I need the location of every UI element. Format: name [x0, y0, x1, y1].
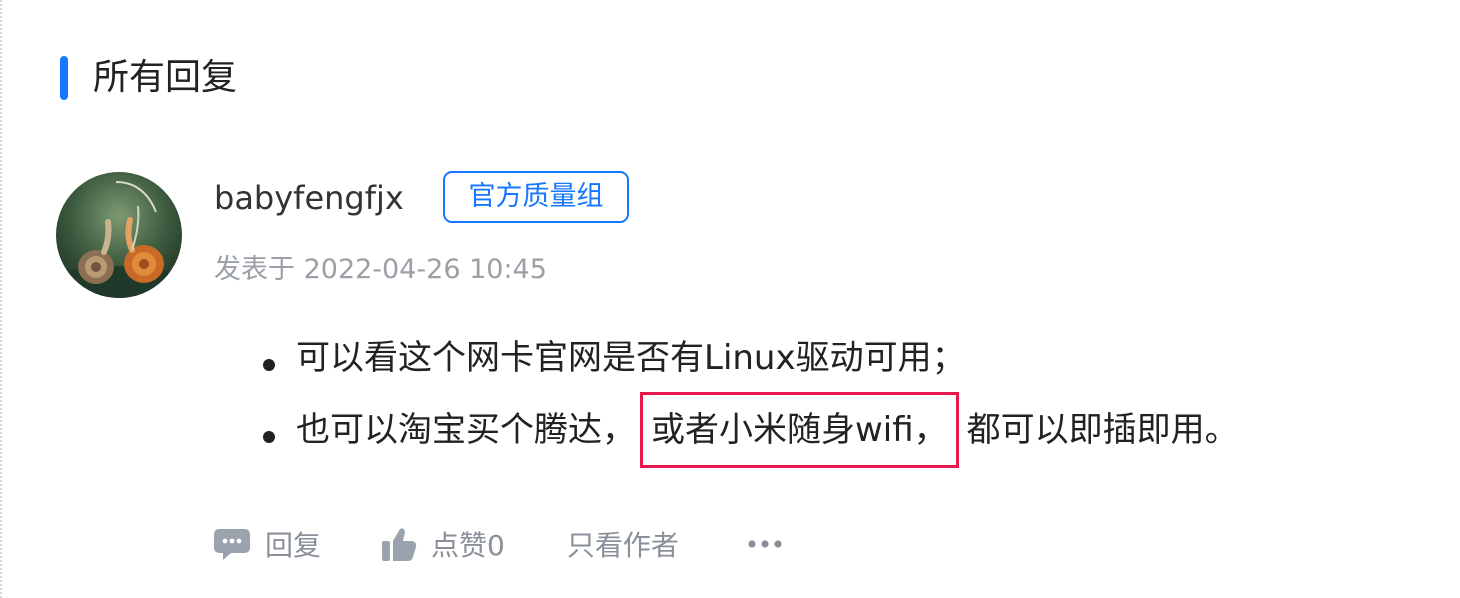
- snail-avatar-icon: [56, 172, 182, 298]
- reply-content: 可以看这个网卡官网是否有Linux驱动可用； 也可以淘宝买个腾达， 或者小米随身w…: [260, 333, 1239, 477]
- like-button[interactable]: 点赞0: [381, 520, 505, 568]
- action-bar: 回复 点赞0 只看作者: [213, 520, 783, 568]
- reply-label: 回复: [265, 529, 322, 562]
- post-timestamp: 发表于 2022-04-26 10:45: [214, 254, 547, 285]
- section-accent-bar: [60, 56, 68, 100]
- thumbs-up-icon: [381, 526, 417, 562]
- bullet: [263, 431, 275, 443]
- section-title: 所有回复: [93, 57, 238, 98]
- list-item-text-after: 都可以即插即用。: [966, 410, 1239, 450]
- reply-button[interactable]: 回复: [213, 520, 321, 568]
- reply-card: 所有回复 babyfengfjx 官方质量组 发表于 2022-04-26 10…: [0, 0, 1460, 598]
- username[interactable]: babyfengfjx: [214, 176, 404, 220]
- list-item-text: 可以看这个网卡官网是否有Linux驱动可用；: [296, 338, 966, 378]
- more-dots-icon: [747, 539, 783, 549]
- bullet: [263, 359, 275, 371]
- more-button[interactable]: [747, 520, 783, 568]
- comment-icon: [213, 527, 251, 561]
- like-label: 点赞0: [431, 529, 505, 562]
- highlighted-text: 或者小米随身wifi，: [640, 392, 959, 468]
- avatar[interactable]: [56, 172, 182, 298]
- official-badge: 官方质量组: [443, 171, 629, 223]
- list-item: 也可以淘宝买个腾达， 或者小米随身wifi， 都可以即插即用。: [260, 392, 1239, 477]
- left-dotted-border: [0, 0, 2, 598]
- section-header: 所有回复: [60, 54, 237, 102]
- list-item-text-before: 也可以淘宝买个腾达，: [296, 410, 636, 450]
- author-only-button[interactable]: 只看作者: [567, 520, 679, 568]
- author-only-label: 只看作者: [566, 529, 679, 562]
